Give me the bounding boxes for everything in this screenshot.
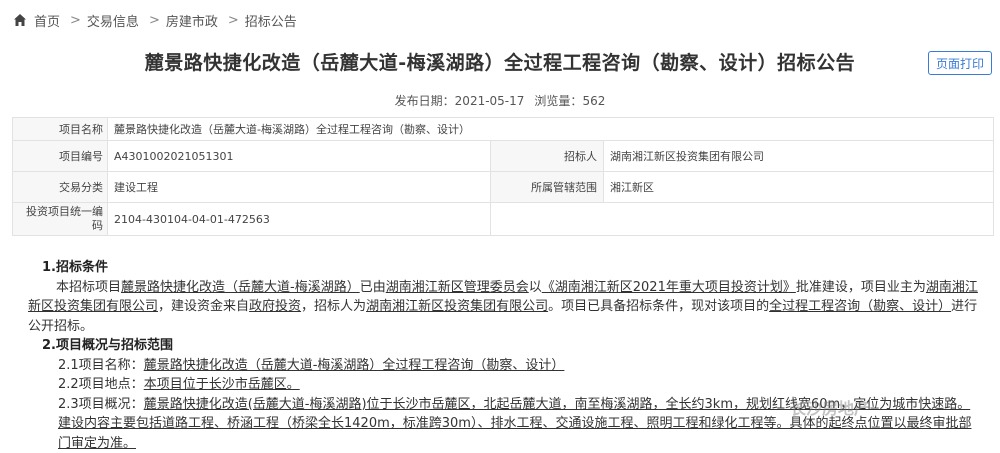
breadcrumb: 首页 > 交易信息 > 房建市政 > 招标公告 [12,10,301,30]
views-count: 562 [582,94,606,108]
empty-cell [490,202,994,236]
notice-content: 1.招标条件 本招标项目麓景路快捷化改造（岳麓大道-梅溪湖路）已由湖南湘江新区管… [28,258,983,453]
region-label: 所属管辖范围 [490,171,604,203]
table-row: 项目编号 A4301002021051301 招标人 湖南湘江新区投资集团有限公… [12,140,994,172]
section-1-title: 1.招标条件 [42,260,108,275]
breadcrumb-item-construction[interactable]: 房建市政 [166,11,218,30]
breadcrumb-separator: > [70,12,81,28]
breadcrumb-item-tender-notice[interactable]: 招标公告 [245,11,297,30]
publish-date-label: 发布日期： [394,94,455,108]
breadcrumb-separator: > [148,12,160,28]
page-title: 麓景路快捷化改造（岳麓大道-梅溪湖路）全过程工程咨询（勘察、设计）招标公告 [144,52,856,74]
tenderer-value: 湖南湘江新区投资集团有限公司 [603,140,994,172]
tenderer-label: 招标人 [490,140,604,172]
project-no-label: 项目编号 [12,140,108,172]
table-row: 项目名称 麓景路快捷化改造（岳麓大道-梅溪湖路）全过程工程咨询（勘察、设计） [12,117,994,141]
category-label: 交易分类 [12,171,108,203]
views-label: 浏览量： [534,94,583,108]
section-2-2: 2.2项目地点：本项目位于长沙市岳麓区。 [58,377,300,392]
section-2-title: 2.项目概况与招标范围 [42,338,173,353]
region-value: 湘江新区 [603,171,994,203]
project-info-table: 项目名称 麓景路快捷化改造（岳麓大道-梅溪湖路）全过程工程咨询（勘察、设计） 项… [12,117,994,236]
publish-date: 2021-05-17 [454,94,525,108]
project-code-value: 2104-430104-04-01-472563 [107,202,491,236]
table-row: 交易分类 建设工程 所属管辖范围 湘江新区 [12,171,994,203]
breadcrumb-item-trade-info[interactable]: 交易信息 [87,11,139,30]
table-row: 投资项目统一编码 2104-430104-04-01-472563 [12,202,994,236]
home-icon[interactable] [12,12,28,28]
project-code-label: 投资项目统一编码 [12,202,108,236]
breadcrumb-home[interactable]: 首页 [34,11,60,30]
publish-meta: 发布日期：2021-05-17 浏览量：562 [0,92,1000,109]
print-button[interactable]: 页面打印 [928,51,992,75]
section-1-body: 本招标项目麓景路快捷化改造（岳麓大道-梅溪湖路）已由湖南湘江新区管理委员会以《湖… [28,279,978,334]
category-value: 建设工程 [107,171,491,203]
watermark: 长沙房地产 [790,399,871,418]
section-2-1: 2.1项目名称：麓景路快捷化改造（岳麓大道-梅溪湖路）全过程工程咨询（勘察、设计… [58,357,565,373]
project-name-value: 麓景路快捷化改造（岳麓大道-梅溪湖路）全过程工程咨询（勘察、设计） [107,117,994,141]
project-name-label: 项目名称 [12,117,108,141]
project-no-value: A4301002021051301 [107,140,491,172]
breadcrumb-separator: > [227,12,239,28]
